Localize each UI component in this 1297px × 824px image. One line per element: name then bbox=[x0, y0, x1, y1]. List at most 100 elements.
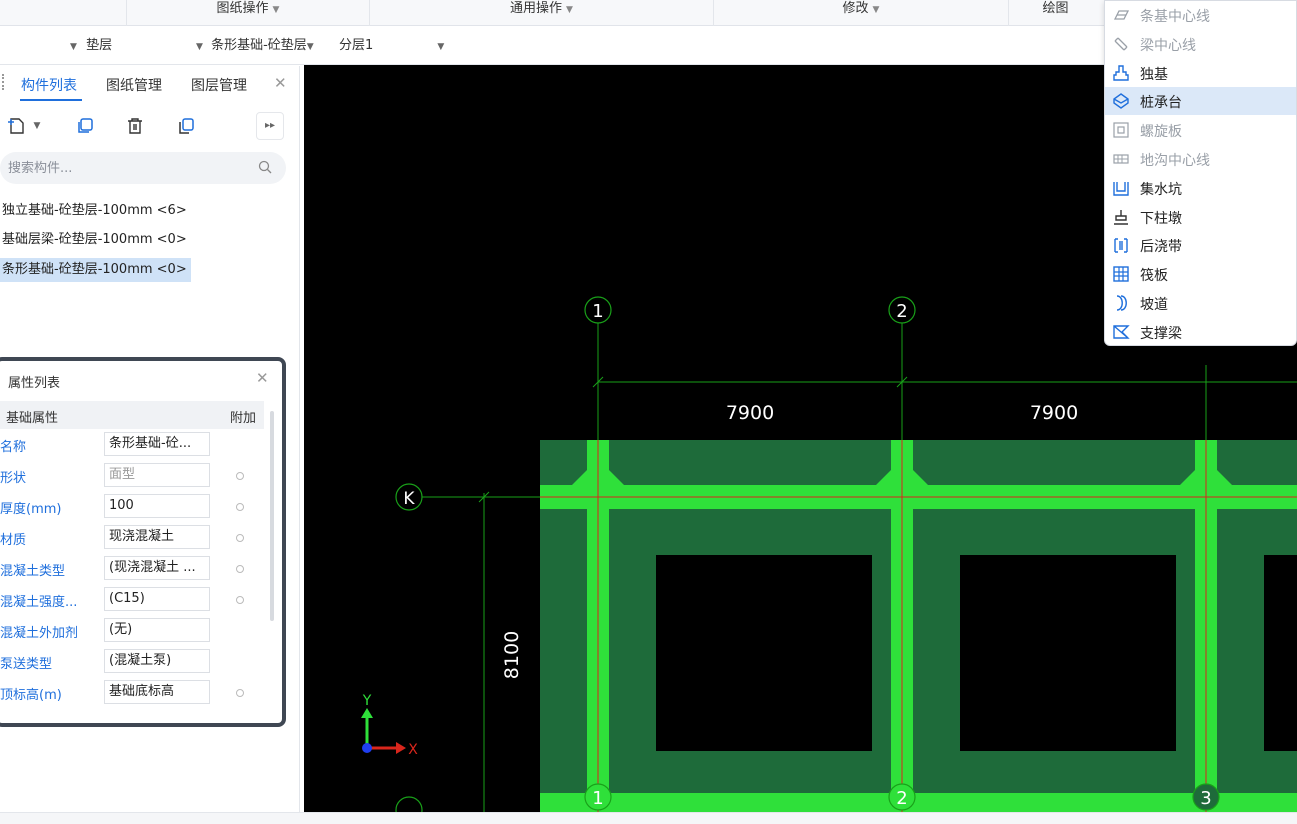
sump-icon bbox=[1112, 179, 1130, 197]
dimension-label: 7900 bbox=[1030, 402, 1078, 424]
property-value-field[interactable]: 面型 bbox=[104, 463, 210, 487]
ribbon-group-label: 修改 bbox=[842, 1, 869, 16]
property-value-field[interactable]: 现浇混凝土 bbox=[104, 525, 210, 549]
search-input[interactable] bbox=[8, 158, 248, 178]
property-value-field[interactable]: (现浇混凝土 ... bbox=[104, 556, 210, 580]
drag-handle-icon[interactable] bbox=[2, 74, 5, 90]
chevron-down-icon: ▼ bbox=[566, 5, 573, 15]
dropdown-item-raft-slab[interactable]: 筏板 bbox=[1105, 260, 1296, 288]
chevron-down-icon: ▼ bbox=[872, 5, 880, 15]
axis-bubble-k[interactable]: K bbox=[395, 483, 423, 511]
dropdown-item-label: 筏板 bbox=[1140, 268, 1168, 285]
property-value-field[interactable]: 条形基础-砼... bbox=[104, 432, 210, 456]
floor-select[interactable]: 分层1 ▼ bbox=[339, 35, 444, 57]
delete-icon[interactable] bbox=[122, 113, 148, 139]
property-row: 厚度(mm) 100 bbox=[0, 491, 264, 522]
floor-value: 分层1 bbox=[339, 38, 374, 53]
draw-dropdown-menu: 条基中心线 梁中心线 独基 桩承台 螺旋板 地沟中心线 集水坑 下柱墩 后浇带 筏板 坡道 支撑梁 bbox=[1104, 0, 1297, 346]
dropdown-item-support-beam[interactable]: 支撑梁 bbox=[1105, 318, 1296, 346]
property-value-field[interactable]: 100 bbox=[104, 494, 210, 518]
chevron-down-icon: ▼ bbox=[272, 5, 280, 15]
close-icon[interactable]: ✕ bbox=[256, 369, 269, 387]
chevron-down-icon[interactable]: ▼ bbox=[30, 113, 44, 139]
copy-icon[interactable] bbox=[72, 113, 98, 139]
post-cast-strip-icon bbox=[1112, 236, 1130, 254]
spiral-plate-icon bbox=[1112, 121, 1130, 139]
dropdown-item-label: 地沟中心线 bbox=[1140, 153, 1210, 169]
column-basic-properties: 基础属性 bbox=[6, 411, 59, 426]
tab-component-list[interactable]: 构件列表 bbox=[21, 75, 77, 95]
dropdown-item-isolated-footing[interactable]: 独基 bbox=[1105, 59, 1296, 87]
axis-bubble-1-bottom[interactable]: 1 bbox=[584, 783, 612, 811]
property-name: 顶标高(m) bbox=[0, 688, 62, 703]
property-row: 泵送类型 (混凝土泵) bbox=[0, 646, 264, 677]
layer-type-select[interactable]: ▼ 垫层 bbox=[70, 35, 112, 57]
pile-cap-icon bbox=[1112, 92, 1130, 110]
property-value-field[interactable]: (C15) bbox=[104, 587, 210, 611]
tab-drawing-management[interactable]: 图纸管理 bbox=[106, 75, 162, 95]
extra-checkbox[interactable] bbox=[236, 565, 244, 573]
component-list-item[interactable]: 独立基础-砼垫层-100mm <6> bbox=[0, 199, 191, 223]
property-panel-title: 属性列表 bbox=[8, 376, 61, 391]
property-row: 混凝土强度... (C15) bbox=[0, 584, 264, 615]
axis-label: 3 bbox=[1200, 788, 1211, 809]
new-component-icon[interactable] bbox=[4, 113, 30, 139]
isolated-footing-icon bbox=[1112, 64, 1130, 82]
ribbon-group-drawing-ops[interactable]: 图纸操作 ▼ bbox=[126, 0, 369, 26]
axis-label: 1 bbox=[592, 301, 603, 322]
property-value-field[interactable]: (混凝土泵) bbox=[104, 649, 210, 673]
column-extra: 附加 bbox=[230, 411, 257, 426]
more-tools-button[interactable]: ▸▸ bbox=[256, 112, 284, 140]
chevron-down-icon: ▼ bbox=[306, 42, 314, 52]
dropdown-item-ramp[interactable]: 坡道 bbox=[1105, 289, 1296, 317]
axis-bubble-2-bottom[interactable]: 2 bbox=[888, 783, 916, 811]
ribbon-group-draw[interactable]: 绘图 bbox=[1008, 0, 1102, 26]
component-list-item-selected[interactable]: 条形基础-砼垫层-100mm <0> bbox=[0, 258, 191, 282]
tab-layer-management[interactable]: 图层管理 bbox=[191, 75, 247, 95]
component-list-item[interactable]: 基础层梁-砼垫层-100mm <0> bbox=[0, 228, 191, 252]
property-row: 形状 面型 bbox=[0, 460, 264, 491]
x-axis-label: X bbox=[408, 742, 418, 758]
ribbon-group-modify[interactable]: 修改 ▼ bbox=[713, 0, 1008, 26]
panel-tabs: 构件列表 图纸管理 图层管理 ✕ bbox=[0, 66, 300, 102]
dropdown-item-pile-cap[interactable]: 桩承台 bbox=[1105, 87, 1296, 116]
ribbon-group-common-ops[interactable]: 通用操作 ▼ bbox=[369, 0, 713, 26]
close-icon[interactable]: ✕ bbox=[274, 74, 287, 92]
dropdown-item-label: 下柱墩 bbox=[1140, 210, 1182, 227]
extra-checkbox[interactable] bbox=[236, 534, 244, 542]
axis-label: 2 bbox=[896, 301, 907, 322]
property-scrollbar[interactable] bbox=[270, 411, 274, 621]
dropdown-item-sump[interactable]: 集水坑 bbox=[1105, 174, 1296, 202]
property-name: 厚度(mm) bbox=[0, 502, 62, 517]
property-row: 名称 条形基础-砼... bbox=[0, 429, 264, 460]
component-type-select[interactable]: ▼ 条形基础-砼垫层▼ bbox=[196, 35, 314, 57]
axis-bubble-1-top[interactable]: 1 bbox=[584, 296, 612, 324]
extra-checkbox[interactable] bbox=[236, 596, 244, 604]
search-icon[interactable] bbox=[258, 160, 272, 178]
y-axis-label: Y bbox=[362, 693, 372, 709]
axis-bubble-2-top[interactable]: 2 bbox=[888, 296, 916, 324]
dropdown-item-column-pier[interactable]: 下柱墩 bbox=[1105, 203, 1296, 231]
dropdown-item-label: 桩承台 bbox=[1140, 95, 1182, 112]
ribbon-group-label: 图纸操作 bbox=[216, 1, 269, 16]
dropdown-item-label: 支撑梁 bbox=[1140, 325, 1182, 342]
property-value-field[interactable]: (无) bbox=[104, 618, 210, 642]
extra-checkbox[interactable] bbox=[236, 472, 244, 480]
property-panel-header: 属性列表 ✕ bbox=[0, 361, 282, 395]
property-value-field[interactable]: 基础底标高 bbox=[104, 680, 210, 704]
axis-bubble-3-bottom[interactable]: 3 bbox=[1192, 783, 1220, 811]
extra-checkbox[interactable] bbox=[236, 503, 244, 511]
property-name: 混凝土类型 bbox=[0, 564, 66, 579]
strip-centerline-icon bbox=[1112, 6, 1130, 24]
property-row: 混凝土类型 (现浇混凝土 ... bbox=[0, 553, 264, 584]
extra-checkbox[interactable] bbox=[236, 689, 244, 697]
property-panel: 属性列表 ✕ 基础属性 附加 名称 条形基础-砼... 形状 面型 厚度(mm) 100 材… bbox=[0, 357, 286, 727]
layer-copy-icon[interactable] bbox=[173, 113, 199, 139]
property-name: 名称 bbox=[0, 440, 27, 455]
component-search bbox=[0, 152, 286, 184]
chevron-down-icon: ▼ bbox=[70, 42, 77, 52]
property-name: 形状 bbox=[0, 471, 27, 486]
ribbon-group-label: 通用操作 bbox=[510, 1, 563, 16]
ribbon-group-label: 绘图 bbox=[1042, 1, 1069, 16]
dropdown-item-post-cast-strip[interactable]: 后浇带 bbox=[1105, 231, 1296, 259]
